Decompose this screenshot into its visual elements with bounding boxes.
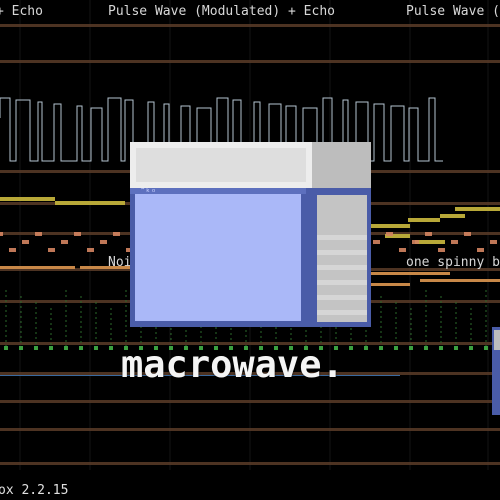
logo-window-sidebar: [317, 195, 367, 322]
note-bar: [438, 248, 445, 252]
track-divider: [0, 400, 500, 403]
logo-window-glyph: ˜ᵏᵒ: [140, 188, 157, 198]
track-divider: [0, 428, 500, 431]
logo-sidebar-line: [317, 310, 367, 315]
note-bar: [455, 207, 500, 211]
drum-hit: [49, 346, 53, 350]
note-bar: [0, 232, 3, 236]
note-bar: [9, 248, 16, 252]
track-divider: [0, 462, 500, 465]
note-bar: [477, 248, 484, 252]
track-divider: [0, 60, 500, 63]
track-label-spinny: one spinny b: [406, 255, 500, 270]
drum-hit: [64, 346, 68, 350]
note-bar: [386, 232, 393, 236]
note-bar: [425, 232, 432, 236]
note-bar: [55, 201, 125, 205]
drum-hit: [364, 346, 368, 350]
note-bar: [412, 240, 419, 244]
logo-titlebar-inner: [136, 148, 306, 182]
note-bar: [0, 266, 75, 269]
track-label-1: + Echo: [0, 4, 43, 19]
logo-titlebar-button: [312, 142, 371, 188]
version-label: ox 2.2.15: [0, 483, 69, 498]
note-bar: [464, 232, 471, 236]
note-bar: [440, 214, 465, 218]
drum-hit: [469, 346, 473, 350]
drum-hit: [439, 346, 443, 350]
drum-hit: [394, 346, 398, 350]
note-bar: [35, 232, 42, 236]
note-bar: [100, 240, 107, 244]
drum-hit: [349, 346, 353, 350]
drum-hit: [4, 346, 8, 350]
note-bar: [370, 224, 410, 228]
song-title: macrowave.: [121, 343, 344, 386]
logo-sidebar-line: [317, 295, 367, 300]
drum-hit: [379, 346, 383, 350]
drum-hit: [424, 346, 428, 350]
note-bar: [87, 248, 94, 252]
note-bar: [61, 240, 68, 244]
note-bar: [48, 248, 55, 252]
logo-sidebar-line: [317, 250, 367, 255]
logo-sidebar-line: [317, 265, 367, 270]
note-bar: [370, 283, 410, 286]
note-bar: [0, 197, 55, 201]
logo-sidebar-line: [317, 280, 367, 285]
note-bar: [113, 232, 120, 236]
track-divider: [0, 24, 500, 27]
note-bar: [373, 240, 380, 244]
logo-window-pane: [135, 194, 301, 321]
drum-hit: [454, 346, 458, 350]
window-logo-icon: ˜ᵏᵒ: [130, 142, 371, 327]
note-bar: [74, 232, 81, 236]
logo-fragment: [494, 330, 500, 350]
drum-hit: [409, 346, 413, 350]
drum-hit: [109, 346, 113, 350]
note-bar: [399, 248, 406, 252]
note-bar: [408, 218, 440, 222]
note-bar: [490, 240, 497, 244]
track-label-3: Pulse Wave (: [406, 4, 500, 19]
logo-window-titlebar: [130, 142, 312, 188]
note-bar: [370, 272, 450, 275]
drum-hit: [19, 346, 23, 350]
logo-sidebar-line: [317, 235, 367, 240]
note-bar: [420, 279, 500, 282]
track-label-2: Pulse Wave (Modulated) + Echo: [108, 4, 335, 19]
drum-hit: [94, 346, 98, 350]
beepbox-song-visualizer: + Echo Pulse Wave (Modulated) + Echo Pul…: [0, 0, 500, 500]
drum-hit: [34, 346, 38, 350]
track-label-noise: Noi: [108, 255, 132, 270]
drum-hit: [79, 346, 83, 350]
note-bar: [22, 240, 29, 244]
drum-hit: [484, 346, 488, 350]
note-bar: [415, 240, 445, 244]
note-bar: [451, 240, 458, 244]
